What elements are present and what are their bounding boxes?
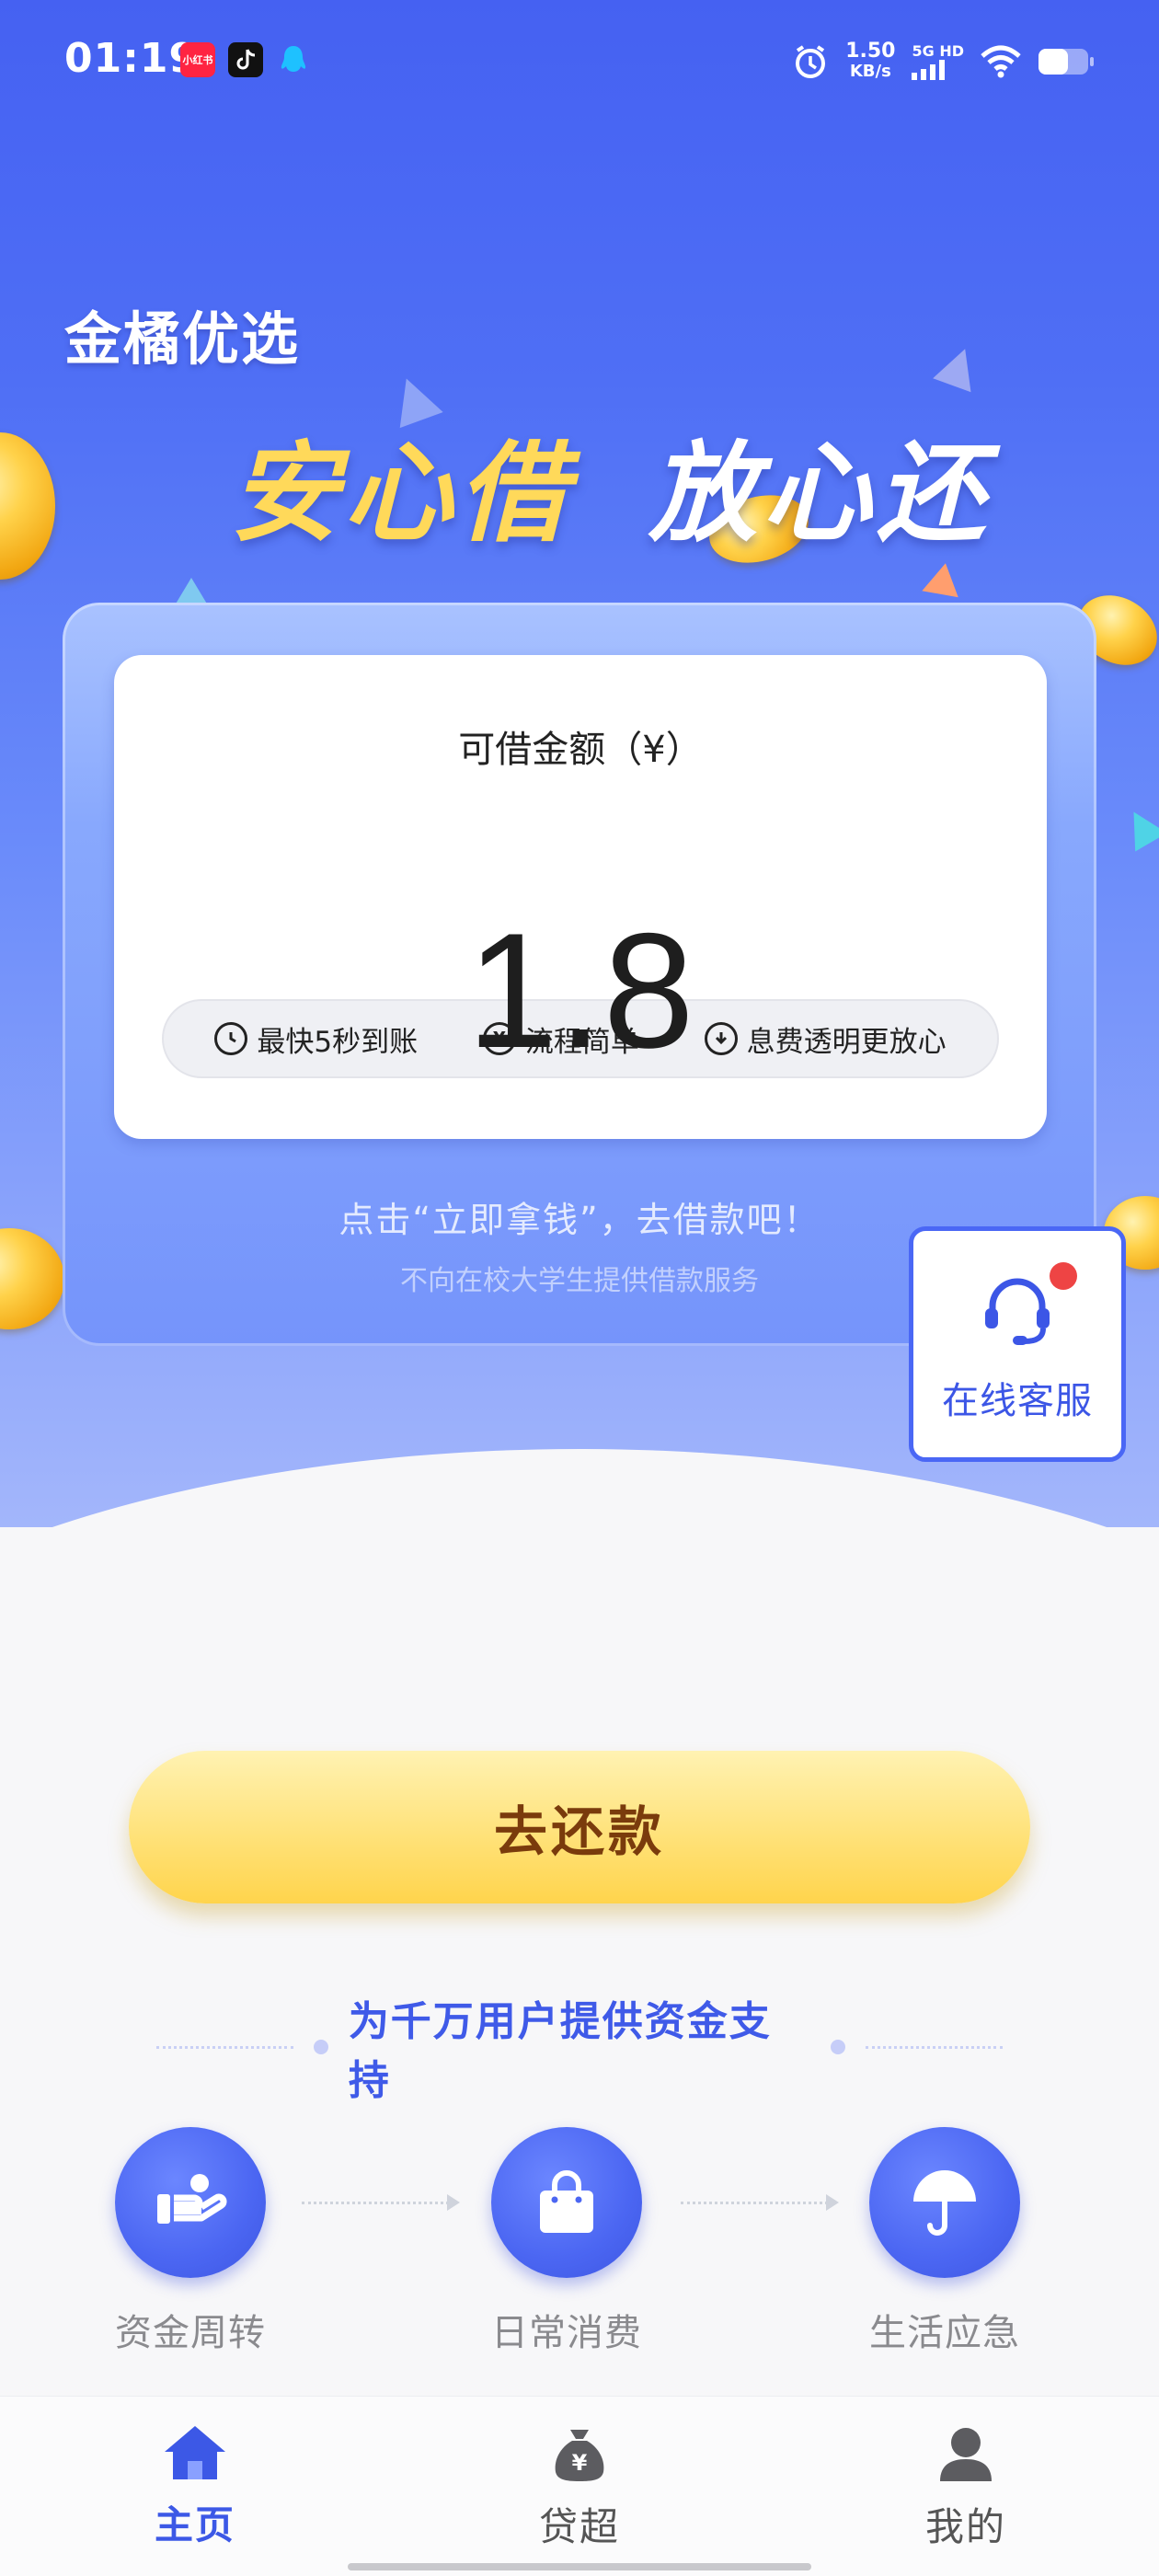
flow-arrow-head	[826, 2194, 839, 2211]
bottom-tab-bar: 主页 ¥ 贷超 我的	[0, 2396, 1159, 2576]
qq-icon	[276, 42, 311, 77]
battery-icon	[1039, 49, 1094, 75]
xiaohongshu-icon: 小红书	[180, 42, 215, 77]
flow-arrow	[681, 2202, 828, 2204]
service-cash-flow-button[interactable]	[115, 2127, 266, 2278]
network-speed-unit: KB/s	[849, 62, 891, 81]
network-type: 5G HD	[912, 42, 964, 60]
service-cash-flow-label: 资金周转	[115, 2312, 266, 2354]
online-service-label: 在线客服	[942, 1380, 1093, 1422]
headset-icon	[976, 1262, 1077, 1351]
triangle-decoration	[922, 559, 964, 598]
network-speed-value: 1.50	[845, 40, 896, 63]
service-daily-spending-label: 日常消费	[491, 2312, 642, 2354]
tab-loan-market[interactable]: ¥ 贷超	[469, 2424, 690, 2553]
flow-arrow	[302, 2202, 449, 2204]
cellular-signal-icon: 5G HD	[912, 43, 964, 80]
tab-loan-market-label: 贷超	[538, 2504, 620, 2549]
triangle-decoration	[1118, 802, 1159, 852]
service-daily-spending-button[interactable]	[491, 2127, 642, 2278]
repay-button[interactable]: 去还款	[129, 1751, 1030, 1903]
tagline-row: 为千万用户提供资金支持	[156, 1998, 1003, 2104]
tagline: 为千万用户提供资金支持	[348, 1998, 772, 2104]
online-service-button[interactable]: 在线客服	[909, 1226, 1126, 1462]
divider	[866, 2045, 1003, 2049]
home-icon	[165, 2426, 225, 2479]
triangle-decoration	[175, 578, 208, 605]
network-speed: 1.50 KB/s	[845, 41, 895, 82]
money-bag-icon: ¥	[555, 2430, 604, 2481]
status-right: 1.50 KB/s 5G HD	[792, 39, 1095, 85]
coin-decoration	[0, 432, 55, 580]
user-icon	[940, 2428, 992, 2481]
slogan-part2: 放心还	[648, 430, 992, 557]
shopping-bag-icon	[540, 2170, 593, 2233]
status-time: 01:19	[64, 35, 199, 82]
triangle-decoration	[933, 341, 984, 393]
slogan: 安心借 放心还	[230, 405, 991, 562]
service-emergency-button[interactable]	[869, 2127, 1020, 2278]
alarm-icon	[796, 45, 826, 78]
divider-dot	[313, 2040, 328, 2054]
slogan-part1: 安心借	[230, 430, 573, 557]
divider	[156, 2045, 293, 2049]
tab-mine[interactable]: 我的	[855, 2424, 1076, 2553]
tab-home-label: 主页	[154, 2502, 235, 2547]
service-emergency-label: 生活应急	[869, 2312, 1020, 2354]
tab-home[interactable]: 主页	[85, 2424, 305, 2553]
brand-name: 金橘优选	[64, 305, 301, 373]
tiktok-icon	[228, 42, 263, 77]
status-bar: 01:19 小红书 1.50 KB/s 5G HD	[0, 0, 1159, 125]
amount-label: 可借金额（¥）	[458, 729, 703, 771]
divider-dot	[831, 2040, 846, 2054]
wifi-icon	[981, 45, 1021, 78]
home-indicator	[348, 2563, 811, 2570]
tab-mine-label: 我的	[924, 2504, 1006, 2549]
loan-amount-card[interactable]: 可借金额（¥） 最快5秒到账 ¥ 流程简单 息费透明更放心 1.8	[114, 655, 1047, 1139]
svg-text:¥: ¥	[572, 2450, 588, 2476]
flow-arrow-head	[447, 2194, 460, 2211]
notification-dot	[1050, 1262, 1077, 1290]
umbrella-icon	[913, 2170, 976, 2236]
amount-value: 1.8	[466, 899, 694, 1082]
hand-coin-icon	[157, 2174, 227, 2224]
